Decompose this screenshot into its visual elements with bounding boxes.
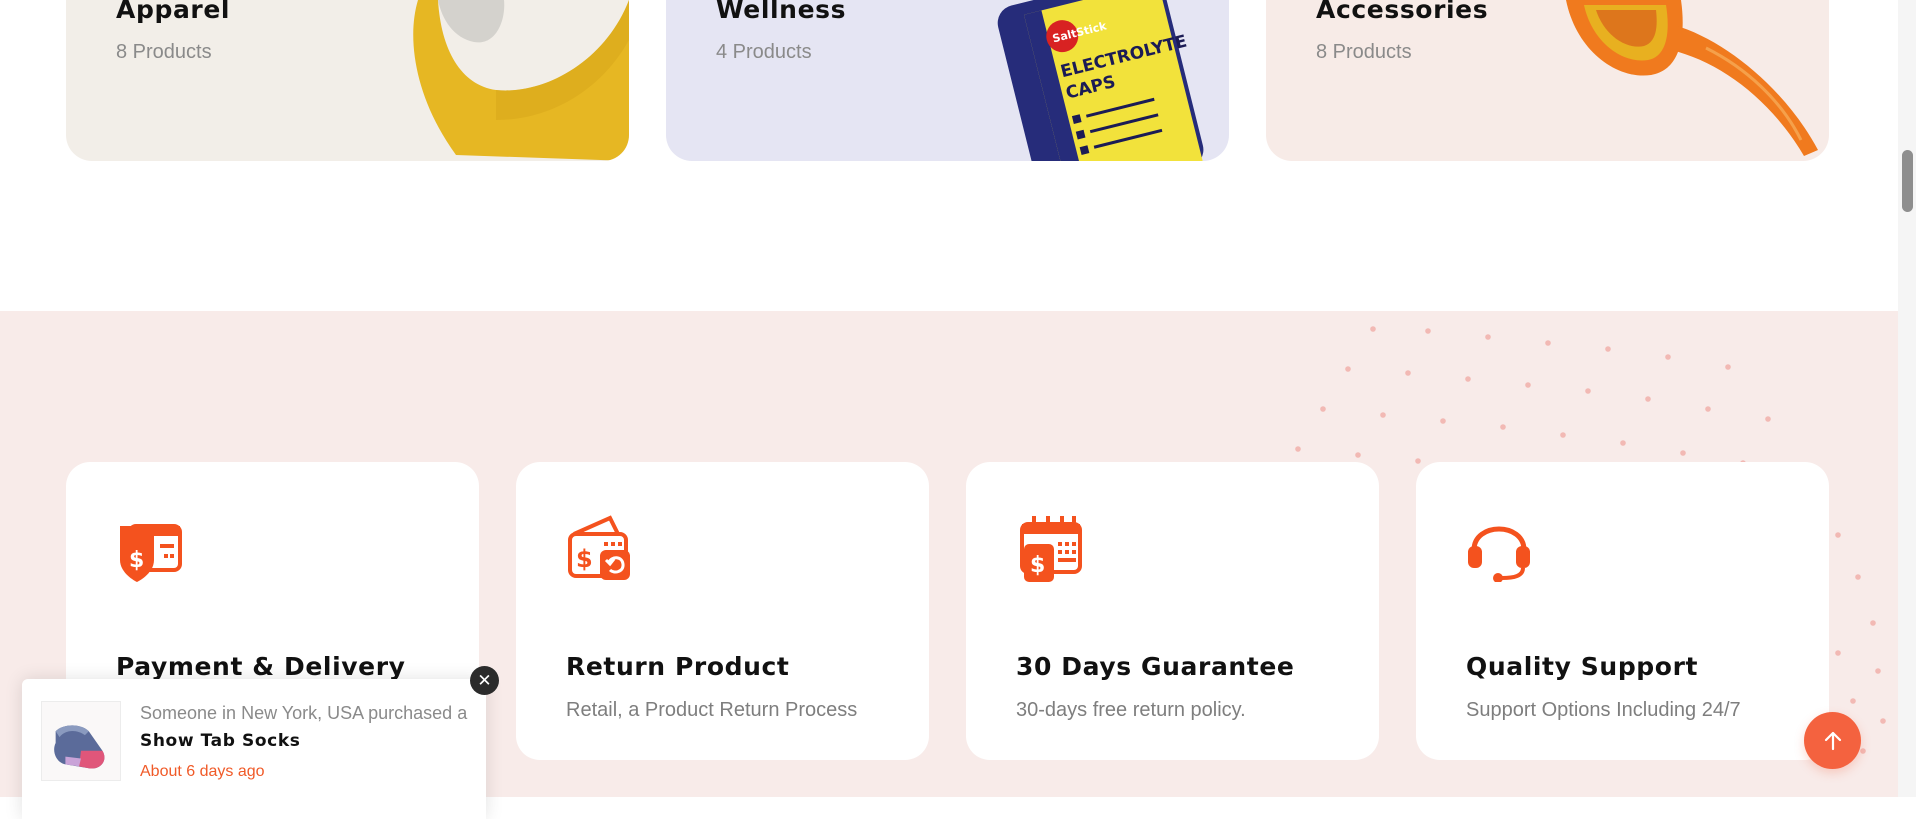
sock-product-thumbnail <box>41 701 121 781</box>
category-card-wellness[interactable]: Wellness 4 Products SaltStick ELECTROLYT… <box>666 0 1229 161</box>
feature-description: 30-days free return policy. <box>1016 699 1246 721</box>
category-title: Accessories <box>1316 0 1489 24</box>
electrolyte-caps-bottle-image: SaltStick ELECTROLYTE CAPS <box>997 0 1204 161</box>
feature-card-guarantee: $ 30 Days Guarantee 30-days free return … <box>966 462 1379 760</box>
category-title: Apparel <box>116 0 231 24</box>
feature-title: Quality Support <box>1466 652 1699 681</box>
feature-card-return: $ Return Product Retail, a Product Retur… <box>516 462 929 760</box>
category-count: 8 Products <box>116 41 212 63</box>
return-wallet-icon: $ <box>568 515 630 580</box>
arrow-up-icon <box>1824 731 1841 750</box>
yellow-sports-bra-image <box>413 0 629 161</box>
page-scrollbar[interactable] <box>1898 0 1916 797</box>
feature-title: 30 Days Guarantee <box>1016 652 1295 681</box>
headset-support-icon <box>1468 526 1530 582</box>
category-count: 8 Products <box>1316 41 1412 63</box>
orange-sunglasses-image <box>1566 0 1818 156</box>
notification-product-link[interactable]: Show Tab Socks <box>140 731 300 751</box>
feature-title: Return Product <box>566 652 790 681</box>
category-card-apparel[interactable]: Apparel 8 Products <box>66 0 629 161</box>
svg-text:$: $ <box>129 548 144 573</box>
category-card-accessories[interactable]: Accessories 8 Products <box>1266 0 1829 161</box>
purchase-notification[interactable]: Someone in New York, USA purchased a Sho… <box>22 679 486 819</box>
notification-text: Someone in New York, USA purchased a <box>140 703 468 723</box>
svg-text:$: $ <box>1030 553 1045 578</box>
category-count: 4 Products <box>716 41 812 63</box>
feature-description: Retail, a Product Return Process <box>566 699 858 721</box>
payment-shield-icon: $ <box>120 524 182 582</box>
feature-description: Support Options Including 24/7 <box>1466 699 1741 721</box>
feature-card-support: Quality Support Support Options Includin… <box>1416 462 1829 760</box>
svg-text:$: $ <box>576 545 593 573</box>
close-icon[interactable]: ✕ <box>470 666 499 695</box>
category-title: Wellness <box>716 0 847 24</box>
back-to-top-button[interactable] <box>1804 712 1861 769</box>
feature-title: Payment & Delivery <box>116 652 406 681</box>
calendar-guarantee-icon: $ <box>1020 516 1082 582</box>
notification-time: About 6 days ago <box>140 763 265 780</box>
scrollbar-thumb[interactable] <box>1902 150 1913 212</box>
